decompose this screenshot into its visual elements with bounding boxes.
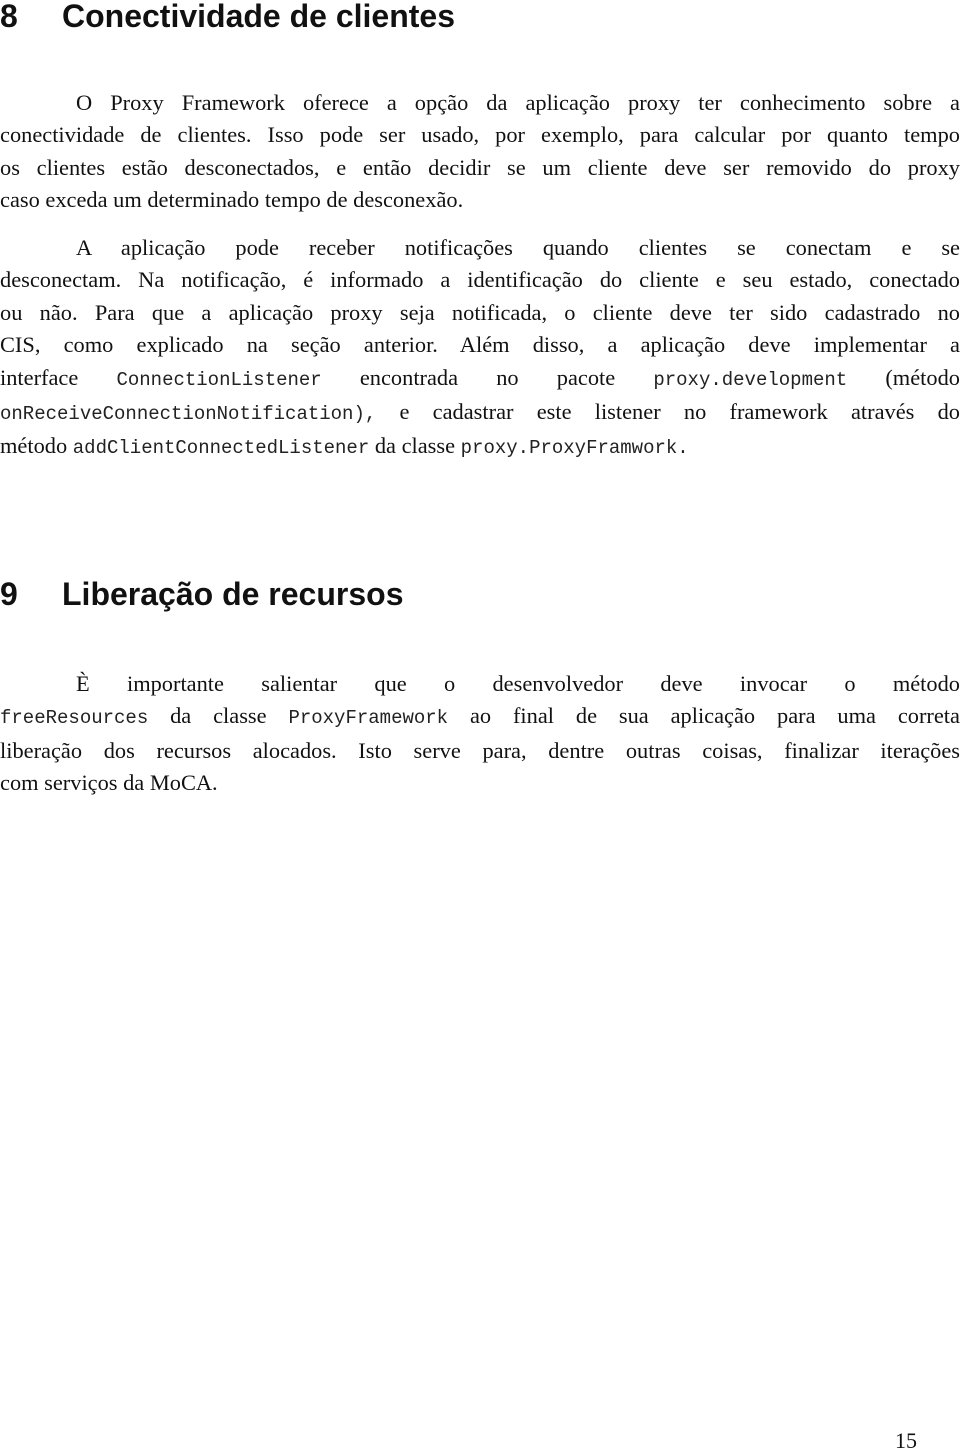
text-line: CIS, como explicado na seção anterior. A…	[0, 332, 960, 358]
text-line: com serviços da MoCA.	[0, 770, 218, 796]
text: e cadastrar este listener no framework a…	[399, 399, 960, 425]
section-number: 8	[0, 0, 18, 34]
text-line: freeResources da classe ProxyFramework a…	[0, 700, 960, 734]
text-line: os clientes estão desconectados, e então…	[0, 154, 960, 180]
text-line: caso exceda um determinado tempo de desc…	[0, 187, 464, 213]
text: encontrada no pacote	[359, 364, 616, 390]
text: da classe	[374, 433, 456, 459]
text-line: onReceiveConnectionNotification), e cada…	[0, 396, 960, 430]
text-line: conectividade de clientes. Isso pode ser…	[0, 122, 960, 148]
code-method-name: addClientConnectedListener	[72, 437, 370, 460]
text-line: interface ConnectionListener encontrada …	[0, 362, 960, 396]
section-number: 9	[0, 576, 18, 612]
paragraph-resource-release: È importante salientar que o desenvolved…	[0, 668, 960, 800]
text: interface	[0, 364, 79, 390]
page-number: 15	[895, 1428, 917, 1453]
paragraph-notifications: A aplicação pode receber notificações qu…	[0, 232, 960, 465]
code-class-name: proxy.ProxyFramwork.	[460, 437, 689, 460]
section-title: Conectividade de clientes	[62, 0, 456, 34]
text-line: ou não. Para que a aplicação proxy seja …	[0, 299, 960, 325]
paragraph-connectivity-intro: O Proxy Framework oferece a opção da apl…	[0, 87, 960, 217]
text-line: O Proxy Framework oferece a opção da apl…	[76, 90, 960, 115]
text-line: È importante salientar que o desenvolved…	[76, 671, 960, 696]
section-9-heading: 9 Liberação de recursos	[0, 576, 403, 612]
section-8-heading: 8 Conectividade de clientes	[0, 0, 455, 34]
code-class-name: ProxyFramework	[288, 707, 449, 730]
text-line: A aplicação pode receber notificações qu…	[76, 235, 960, 260]
code-class-name: ConnectionListener	[116, 368, 322, 391]
text-line: método addClientConnectedListener da cla…	[0, 430, 960, 464]
section-title: Liberação de recursos	[62, 576, 404, 612]
text: (método	[885, 364, 960, 390]
text: ao final de sua aplicação para uma corre…	[469, 703, 960, 729]
text: da classe	[170, 703, 267, 729]
text-line: desconectam. Na notificação, é informado…	[0, 267, 960, 293]
code-package-name: proxy.development	[653, 368, 848, 391]
text: método	[0, 433, 68, 459]
text-line: liberação dos recursos alocados. Isto se…	[0, 737, 960, 763]
code-method-name: freeResources	[0, 707, 149, 730]
code-method-name: onReceiveConnectionNotification),	[0, 403, 377, 426]
